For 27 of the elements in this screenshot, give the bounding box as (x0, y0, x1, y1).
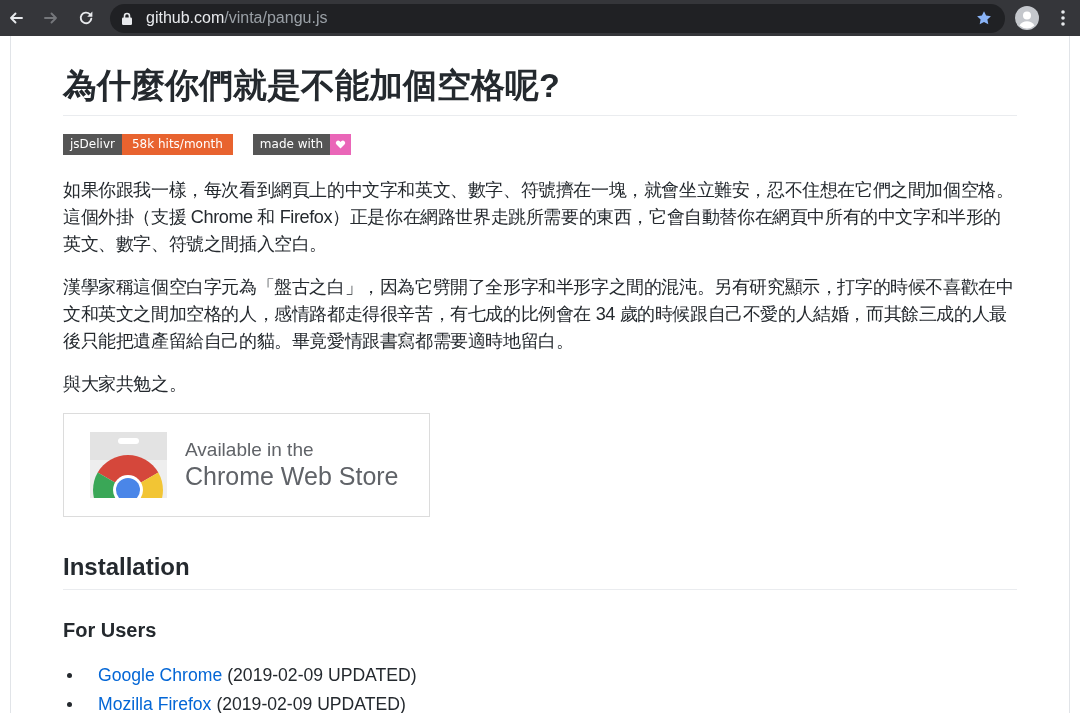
page-title: 為什麼你們就是不能加個空格呢? (63, 65, 560, 105)
menu-icon[interactable] (1061, 10, 1065, 26)
store-bag-icon (90, 432, 167, 498)
paragraph: 如果你跟我一樣，每次看到網頁上的中文字和英文、數字、符號擠在一塊，就會坐立難安，忍不住想在它們之間加個空格。這個外掛（支援 Chrome 和 Firefox）正是你在網路世界走跳所需要的東西，它會自動替你在網頁中所有的中文字和半形的英文、數字、符號之間插入空白。 (63, 178, 1015, 256)
badge-value: 58k hits/month (121, 134, 233, 155)
update-note: (2019-02-09 UPDATED) (227, 666, 417, 684)
subsection-heading: For Users (63, 618, 157, 643)
url-text: github.com/vinta/pangu.js (146, 8, 328, 28)
store-badge-title: Chrome Web Store (185, 461, 399, 491)
star-icon[interactable] (976, 10, 992, 26)
store-badge-caption: Available in the (185, 439, 315, 461)
store-badge[interactable]: Available in the Chrome Web Store (63, 413, 430, 517)
avatar-icon[interactable] (1015, 6, 1039, 30)
reload-icon[interactable] (78, 10, 94, 26)
link[interactable]: Google Chrome (98, 666, 223, 684)
section-heading: Installation (63, 552, 190, 582)
address-bar[interactable]: github.com/vinta/pangu.js (110, 3, 1005, 33)
badge-label: jsDelivr (63, 134, 122, 155)
paragraph: 與大家共勉之。 (63, 372, 188, 396)
back-icon[interactable] (8, 10, 24, 26)
badge-label: made with (252, 134, 331, 155)
bullet-icon (67, 672, 72, 678)
lock-icon (122, 11, 132, 25)
link[interactable]: Mozilla Firefox (98, 695, 212, 713)
bullet-icon (67, 701, 72, 707)
paragraph: 漢學家稱這個空白字元為「盤古之白」，因為它劈開了全形字和半形字之間的混沌。另有研究顯示，打字的時候不喜歡在中文和英文之間加空格的人，感情路都走得很辛苦，有七成的比例會在 34 歲的時候跟自己不愛的人結婚，而其餘三成的人最後只能把遺產留給自己的貓。畢竟愛情跟書寫都需要適時地留白。 (63, 275, 1015, 353)
update-note: (2019-02-09 UPDATED) (216, 695, 406, 713)
